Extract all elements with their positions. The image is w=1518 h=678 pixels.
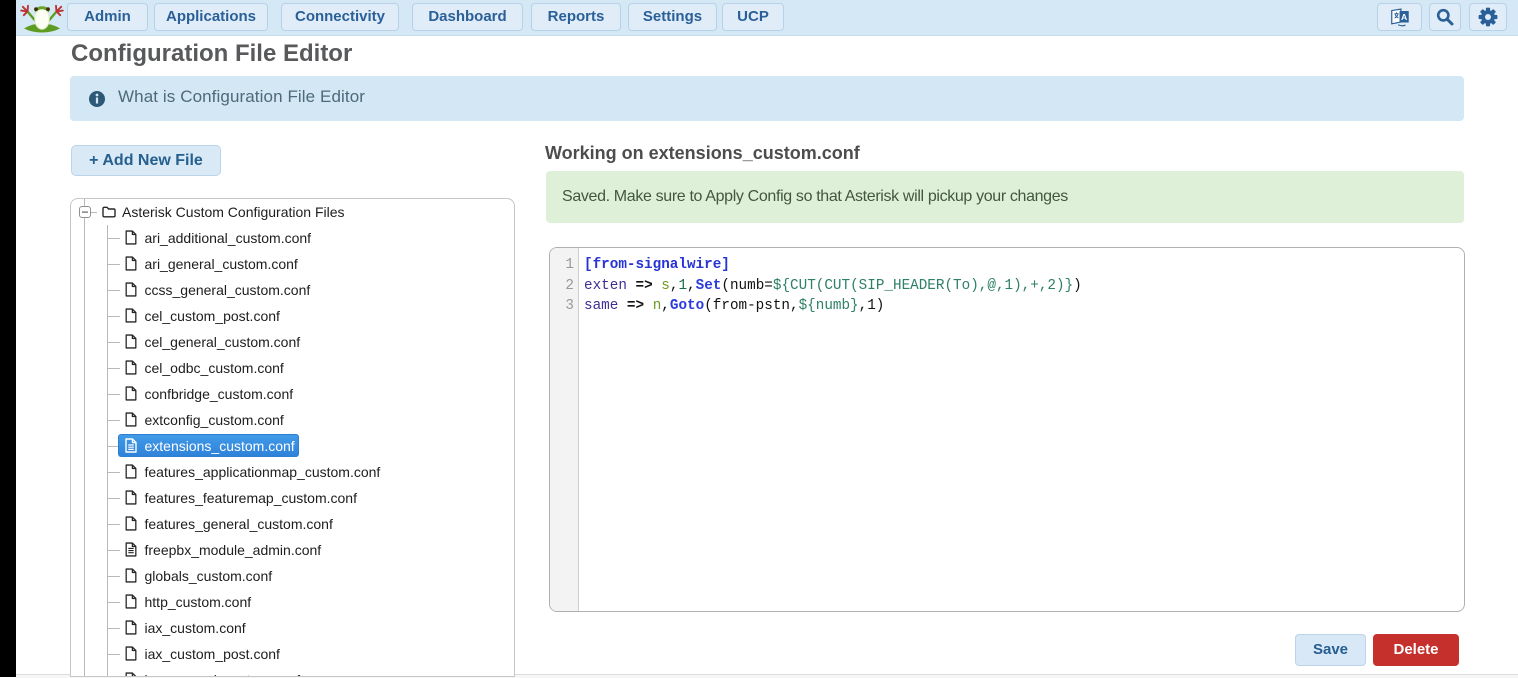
svg-text:A: A <box>1400 12 1407 22</box>
